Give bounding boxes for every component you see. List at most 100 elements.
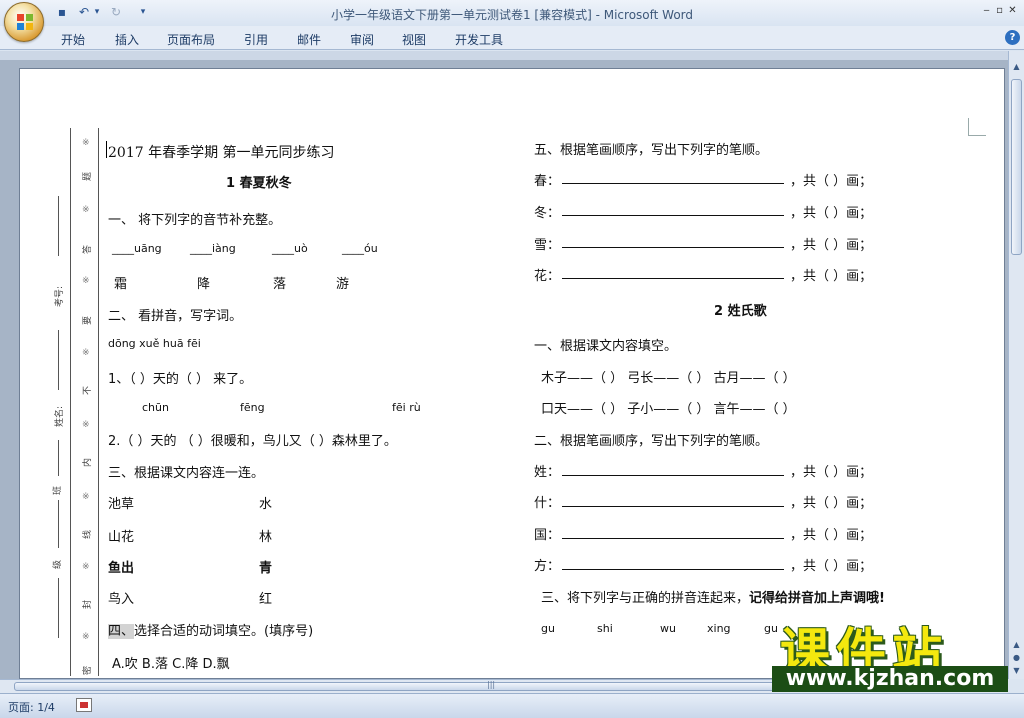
q5-char: 冬： [534, 206, 561, 221]
q1-pinyin: ____uò [272, 242, 308, 255]
tab-insert[interactable]: 插入 [115, 31, 139, 48]
restore-icon[interactable]: ▫ [993, 5, 1006, 16]
binding-star: ※ [82, 276, 90, 286]
stroke-count-suffix: ，共（ ）画； [790, 206, 873, 221]
vertical-scrollbar[interactable]: ▲ ▲ ● ▼ [1008, 51, 1024, 679]
ruler-strip [0, 51, 1008, 60]
window-title: 小学一年级语文下册第一单元测试卷1 [兼容模式] - Microsoft Wor… [330, 8, 694, 22]
q1-pinyin: ____uāng [112, 242, 162, 255]
q1-char: 降 [197, 277, 211, 292]
binding-char: 要 [83, 315, 94, 326]
r-q2-char: 方： [534, 559, 561, 574]
lesson2-title: 2 姓氏歌 [714, 304, 767, 319]
r-q3-pinyin: gu [541, 622, 555, 635]
tab-references[interactable]: 引用 [244, 31, 268, 48]
text-cursor [106, 141, 107, 158]
stroke-count-suffix: ，共（ ）画； [790, 269, 873, 284]
q3-left-item: 鸟入 [108, 592, 135, 607]
r-q2-char: 姓： [534, 465, 561, 480]
r-q3-title-text: 三、将下列字与正确的拼音连起来， [541, 591, 750, 606]
r-q2-answer-line[interactable] [562, 538, 784, 539]
tab-view[interactable]: 视图 [402, 31, 426, 48]
office-logo-icon [17, 14, 33, 30]
minimize-icon[interactable]: ‒ [980, 5, 993, 16]
r-q3-pinyin: wu [660, 622, 676, 635]
binding-fill-line [58, 440, 59, 476]
status-page-count[interactable]: 页面: 1/4 [8, 699, 55, 715]
binding-star: ※ [82, 492, 90, 502]
binding-char: 内 [83, 457, 94, 468]
binding-fill-line [58, 500, 59, 548]
lesson1-title: 1 春夏秋冬 [226, 176, 292, 191]
q2-pinyin-row2: fēng [240, 401, 265, 414]
tab-review[interactable]: 审阅 [350, 31, 374, 48]
q4-options: A.吹 B.落 C.降 D.飘 [112, 657, 230, 672]
q5-answer-line[interactable] [562, 183, 784, 184]
binding-char: 封 [83, 599, 94, 610]
r-q2-answer-line[interactable] [562, 506, 784, 507]
stroke-count-suffix: ，共（ ）画； [790, 496, 873, 511]
q4-title: 四、选择合适的动词填空。(填序号) [108, 620, 313, 639]
binding-label-class: 班 [53, 485, 64, 496]
close-icon[interactable]: ✕ [1006, 5, 1019, 16]
tab-home[interactable]: 开始 [61, 31, 85, 48]
q5-char: 花： [534, 269, 561, 284]
binding-star: ※ [82, 138, 90, 148]
q1-char: 落 [273, 277, 287, 292]
status-bar: 页面: 1/4 [0, 693, 1024, 718]
binding-char: 答 [83, 244, 94, 255]
binding-fill-line [58, 196, 59, 256]
title-bar: ▪ ↶ ▾ ↻ ▾ 小学一年级语文下册第一单元测试卷1 [兼容模式] - Mic… [0, 0, 1024, 26]
prev-page-icon[interactable]: ▲ [1011, 639, 1022, 650]
q2-pinyin-row1: dōng xuě huā fēi [108, 337, 201, 350]
q2-pinyin-row2: chūn [142, 401, 169, 414]
q3-title: 三、根据课文内容连一连。 [108, 466, 265, 481]
window-controls: ‒ ▫ ✕ [980, 2, 1020, 16]
q1-char: 游 [336, 277, 350, 292]
r-q1-row: 木子——（ ） 弓长——（ ） 古月——（ ） [541, 371, 796, 386]
office-button[interactable] [4, 2, 44, 42]
next-page-icon[interactable]: ▼ [1011, 665, 1022, 676]
q2-pinyin-row2: fēi rù [392, 401, 421, 414]
binding-star: ※ [82, 420, 90, 430]
binding-star: ※ [82, 348, 90, 358]
r-q2-title: 二、根据笔画顺序，写出下列字的笔顺。 [534, 434, 769, 449]
q5-answer-line[interactable] [562, 278, 784, 279]
tab-mailings[interactable]: 邮件 [297, 31, 321, 48]
scroll-grip-icon: ||| [487, 680, 496, 689]
proofing-status-icon[interactable] [76, 698, 92, 712]
q5-answer-line[interactable] [562, 247, 784, 248]
stroke-count-suffix: ，共（ ）画； [790, 174, 873, 189]
tab-page-layout[interactable]: 页面布局 [167, 31, 215, 48]
vertical-scroll-thumb[interactable] [1011, 79, 1022, 255]
q1-title: 一、 将下列字的音节补充整。 [108, 213, 282, 228]
binding-line [98, 128, 99, 676]
q2-sentence1: 1、（ ）天的（ ） 来了。 [108, 372, 253, 387]
q3-left-item: 池草 [108, 497, 135, 512]
stroke-count-suffix: ，共（ ）画； [790, 238, 873, 253]
q1-pinyin: ____iàng [190, 242, 236, 255]
r-q3-pinyin: xing [707, 622, 731, 635]
q3-left-item: 山花 [108, 530, 135, 545]
q3-right-item: 青 [259, 561, 273, 576]
q1-char: 霜 [114, 277, 128, 292]
binding-star: ※ [82, 205, 90, 215]
margin-corner-mark [968, 118, 986, 136]
q3-right-item: 林 [259, 530, 273, 545]
binding-label-grade: 级 [53, 559, 64, 570]
scroll-up-icon[interactable]: ▲ [1011, 61, 1022, 72]
tab-developer[interactable]: 开发工具 [455, 31, 503, 48]
binding-star: ※ [82, 632, 90, 642]
binding-fill-line [58, 330, 59, 390]
q5-answer-line[interactable] [562, 215, 784, 216]
select-browse-object-icon[interactable]: ● [1011, 652, 1022, 663]
binding-label-name: 姓名: [55, 405, 66, 428]
doc-header: 2017 年春季学期 第一单元同步练习 [108, 145, 335, 161]
r-q2-char: 国： [534, 528, 561, 543]
r-q2-answer-line[interactable] [562, 475, 784, 476]
r-q2-char: 什： [534, 496, 561, 511]
q4-title-highlight: 四、 [108, 624, 135, 639]
r-q2-answer-line[interactable] [562, 569, 784, 570]
help-icon[interactable]: ? [1005, 30, 1020, 45]
r-q1-title: 一、根据课文内容填空。 [534, 339, 678, 354]
